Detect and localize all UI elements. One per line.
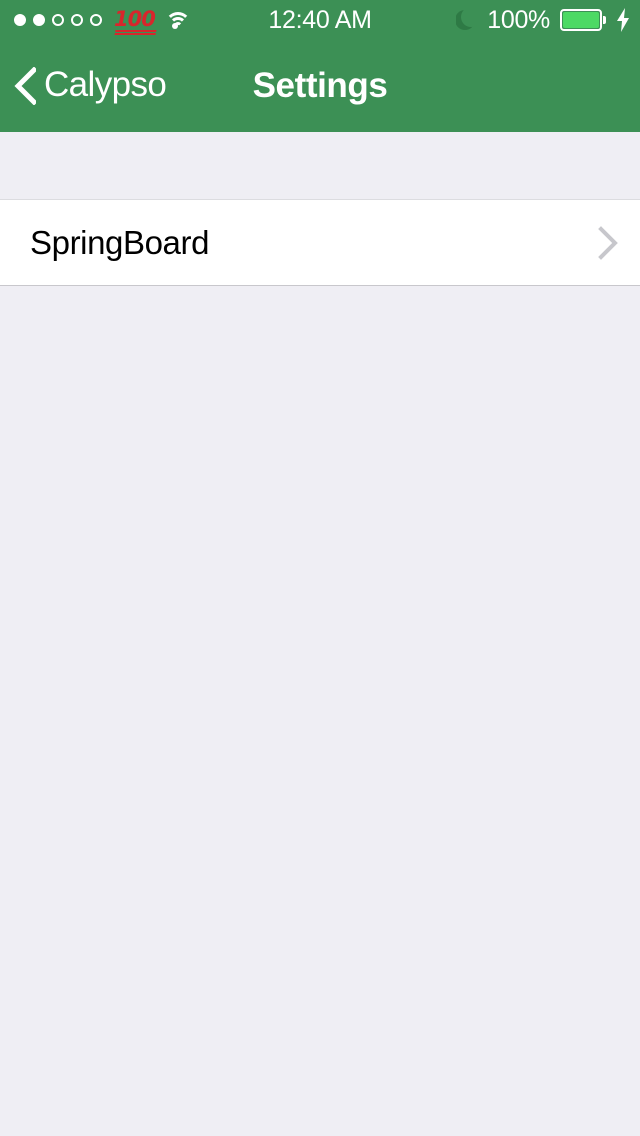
status-bar: 100 12:40 AM 100% — [0, 0, 640, 40]
settings-content: SpringBoard — [0, 132, 640, 1136]
navigation-bar: Calypso Settings — [0, 40, 640, 132]
battery-icon — [560, 9, 606, 31]
settings-row-springboard[interactable]: SpringBoard — [0, 200, 640, 285]
battery-fill — [563, 12, 599, 28]
lightning-bolt-icon — [617, 8, 629, 32]
page-title: Settings — [252, 66, 388, 105]
chevron-right-icon — [598, 225, 618, 260]
status-bar-right-group: 100% — [456, 0, 630, 40]
settings-row-label: SpringBoard — [30, 223, 210, 261]
phone-screen: 100 12:40 AM 100% Calypso Settings Sprin… — [0, 0, 640, 1136]
do-not-disturb-moon-icon — [456, 9, 478, 31]
battery-percent-label: 100% — [487, 5, 550, 34]
section-header-spacer — [0, 132, 640, 199]
battery-nub — [603, 16, 606, 24]
settings-table-section: SpringBoard — [0, 199, 640, 286]
